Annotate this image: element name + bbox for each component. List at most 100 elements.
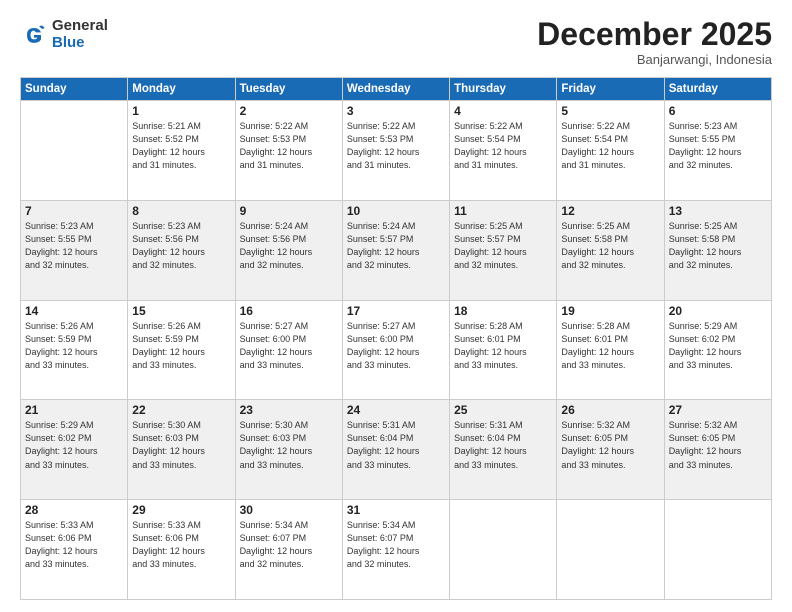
day-info: Sunrise: 5:25 AM Sunset: 5:58 PM Dayligh… [669,220,767,272]
day-number: 8 [132,204,230,218]
day-number: 15 [132,304,230,318]
day-cell: 20 Sunrise: 5:29 AM Sunset: 6:02 PM Dayli… [664,300,771,400]
day-info: Sunrise: 5:29 AM Sunset: 6:02 PM Dayligh… [25,419,123,471]
logo-text: General Blue [52,18,108,51]
location: Banjarwangi, Indonesia [537,52,772,67]
day-number: 19 [561,304,659,318]
day-info: Sunrise: 5:29 AM Sunset: 6:02 PM Dayligh… [669,320,767,372]
day-cell: 6Sunrise: 5:23 AM Sunset: 5:55 PM Daylig… [664,101,771,201]
day-cell: 4 Sunrise: 5:22 AM Sunset: 5:54 PM Daylig… [450,101,557,201]
day-number: 24 [347,403,445,417]
day-cell: 7 Sunrise: 5:23 AM Sunset: 5:55 PM Daylig… [21,200,128,300]
day-number: 22 [132,403,230,417]
day-number: 7 [25,204,123,218]
day-cell [450,500,557,600]
day-info: Sunrise: 5:31 AM Sunset: 6:04 PM Dayligh… [454,419,552,471]
day-number: 10 [347,204,445,218]
day-number: 11 [454,204,552,218]
weekday-header-tuesday: Tuesday [235,78,342,101]
day-info: Sunrise: 5:28 AM Sunset: 6:01 PM Dayligh… [454,320,552,372]
day-number: 5 [561,104,659,118]
day-info: Sunrise: 5:32 AM Sunset: 6:05 PM Dayligh… [669,419,767,471]
day-cell: 28Sunrise: 5:33 AM Sunset: 6:06 PM Dayli… [21,500,128,600]
day-number: 9 [240,204,338,218]
day-cell: 15 Sunrise: 5:26 AM Sunset: 5:59 PM Dayli… [128,300,235,400]
day-cell: 30Sunrise: 5:34 AM Sunset: 6:07 PM Dayli… [235,500,342,600]
day-info: Sunrise: 5:34 AM Sunset: 6:07 PM Dayligh… [240,519,338,571]
day-cell: 5 Sunrise: 5:22 AM Sunset: 5:54 PM Daylig… [557,101,664,201]
day-cell: 9 Sunrise: 5:24 AM Sunset: 5:56 PM Daylig… [235,200,342,300]
week-row-5: 28Sunrise: 5:33 AM Sunset: 6:06 PM Dayli… [21,500,772,600]
day-info: Sunrise: 5:30 AM Sunset: 6:03 PM Dayligh… [132,419,230,471]
day-number: 14 [25,304,123,318]
day-cell [21,101,128,201]
logo-icon [20,21,48,49]
day-number: 12 [561,204,659,218]
day-cell: 1 Sunrise: 5:21 AM Sunset: 5:52 PM Daylig… [128,101,235,201]
day-cell [557,500,664,600]
day-info: Sunrise: 5:22 AM Sunset: 5:54 PM Dayligh… [561,120,659,172]
day-cell: 29Sunrise: 5:33 AM Sunset: 6:06 PM Dayli… [128,500,235,600]
day-cell: 2Sunrise: 5:22 AM Sunset: 5:53 PM Daylig… [235,101,342,201]
day-number: 23 [240,403,338,417]
day-cell: 12Sunrise: 5:25 AM Sunset: 5:58 PM Dayli… [557,200,664,300]
day-cell: 3 Sunrise: 5:22 AM Sunset: 5:53 PM Daylig… [342,101,449,201]
logo: General Blue [20,18,108,51]
day-cell: 26Sunrise: 5:32 AM Sunset: 6:05 PM Dayli… [557,400,664,500]
day-info: Sunrise: 5:24 AM Sunset: 5:56 PM Dayligh… [240,220,338,272]
day-info: Sunrise: 5:23 AM Sunset: 5:55 PM Dayligh… [25,220,123,272]
day-number: 26 [561,403,659,417]
day-cell: 11Sunrise: 5:25 AM Sunset: 5:57 PM Dayli… [450,200,557,300]
day-number: 1 [132,104,230,118]
logo-general: General [52,17,108,34]
day-cell: 19Sunrise: 5:28 AM Sunset: 6:01 PM Dayli… [557,300,664,400]
week-row-2: 7 Sunrise: 5:23 AM Sunset: 5:55 PM Daylig… [21,200,772,300]
day-cell: 21 Sunrise: 5:29 AM Sunset: 6:02 PM Dayli… [21,400,128,500]
day-info: Sunrise: 5:34 AM Sunset: 6:07 PM Dayligh… [347,519,445,571]
day-cell: 13 Sunrise: 5:25 AM Sunset: 5:58 PM Dayli… [664,200,771,300]
day-number: 2 [240,104,338,118]
day-cell: 18 Sunrise: 5:28 AM Sunset: 6:01 PM Dayli… [450,300,557,400]
day-number: 25 [454,403,552,417]
day-cell: 24 Sunrise: 5:31 AM Sunset: 6:04 PM Dayli… [342,400,449,500]
day-cell: 31Sunrise: 5:34 AM Sunset: 6:07 PM Dayli… [342,500,449,600]
weekday-header-thursday: Thursday [450,78,557,101]
day-cell: 8 Sunrise: 5:23 AM Sunset: 5:56 PM Daylig… [128,200,235,300]
day-info: Sunrise: 5:33 AM Sunset: 6:06 PM Dayligh… [132,519,230,571]
day-cell: 10 Sunrise: 5:24 AM Sunset: 5:57 PM Dayli… [342,200,449,300]
calendar-header: SundayMondayTuesdayWednesdayThursdayFrid… [21,78,772,101]
day-number: 6 [669,104,767,118]
weekday-header-sunday: Sunday [21,78,128,101]
day-info: Sunrise: 5:22 AM Sunset: 5:53 PM Dayligh… [347,120,445,172]
page: General Blue December 2025 Banjarwangi, … [0,0,792,612]
day-info: Sunrise: 5:24 AM Sunset: 5:57 PM Dayligh… [347,220,445,272]
day-info: Sunrise: 5:26 AM Sunset: 5:59 PM Dayligh… [132,320,230,372]
day-info: Sunrise: 5:26 AM Sunset: 5:59 PM Dayligh… [25,320,123,372]
day-number: 21 [25,403,123,417]
day-cell: 22 Sunrise: 5:30 AM Sunset: 6:03 PM Dayli… [128,400,235,500]
month-title: December 2025 [537,18,772,50]
day-info: Sunrise: 5:31 AM Sunset: 6:04 PM Dayligh… [347,419,445,471]
day-number: 13 [669,204,767,218]
day-cell: 23Sunrise: 5:30 AM Sunset: 6:03 PM Dayli… [235,400,342,500]
day-number: 3 [347,104,445,118]
day-info: Sunrise: 5:22 AM Sunset: 5:54 PM Dayligh… [454,120,552,172]
day-cell: 16 Sunrise: 5:27 AM Sunset: 6:00 PM Dayli… [235,300,342,400]
day-number: 20 [669,304,767,318]
calendar-body: 1 Sunrise: 5:21 AM Sunset: 5:52 PM Daylig… [21,101,772,600]
day-number: 18 [454,304,552,318]
logo-blue: Blue [52,34,85,51]
day-number: 16 [240,304,338,318]
week-row-4: 21 Sunrise: 5:29 AM Sunset: 6:02 PM Dayli… [21,400,772,500]
day-number: 4 [454,104,552,118]
day-cell: 27 Sunrise: 5:32 AM Sunset: 6:05 PM Dayli… [664,400,771,500]
day-info: Sunrise: 5:21 AM Sunset: 5:52 PM Dayligh… [132,120,230,172]
weekday-row: SundayMondayTuesdayWednesdayThursdayFrid… [21,78,772,101]
title-block: December 2025 Banjarwangi, Indonesia [537,18,772,67]
day-info: Sunrise: 5:27 AM Sunset: 6:00 PM Dayligh… [240,320,338,372]
day-number: 17 [347,304,445,318]
day-info: Sunrise: 5:23 AM Sunset: 5:56 PM Dayligh… [132,220,230,272]
header: General Blue December 2025 Banjarwangi, … [20,18,772,67]
day-number: 27 [669,403,767,417]
weekday-header-friday: Friday [557,78,664,101]
